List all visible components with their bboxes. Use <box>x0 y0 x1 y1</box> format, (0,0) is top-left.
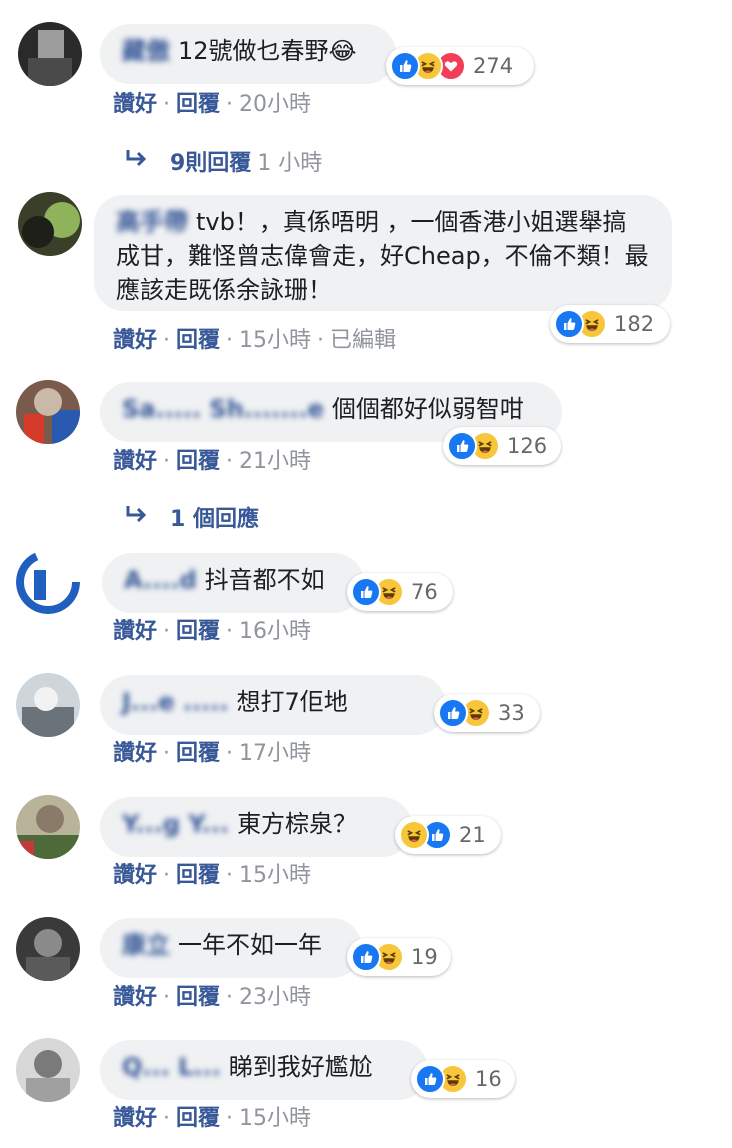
haha-reaction-icon <box>399 820 429 850</box>
reaction-summary[interactable]: 76 <box>347 573 453 611</box>
reaction-count: 76 <box>411 580 438 604</box>
like-reaction-icon <box>438 698 468 728</box>
reaction-count: 16 <box>475 1067 502 1091</box>
comment-time[interactable]: 23小時 <box>239 985 311 1010</box>
reply-link[interactable]: 回覆 <box>176 741 220 766</box>
comment-actions: 讚好 · 回覆 · 21小時 <box>113 449 312 474</box>
reply-link[interactable]: 回覆 <box>176 449 220 474</box>
replies-count-label[interactable]: 1 個回應 <box>170 507 259 532</box>
avatar[interactable] <box>16 380 80 444</box>
like-link[interactable]: 讚好 <box>113 1106 157 1131</box>
comment-bubble: 康立 一年不如一年 <box>100 918 362 978</box>
comment-text: 東方棕泉？ <box>237 810 358 838</box>
comment-bubble: Y...g Y... 東方棕泉？ <box>100 797 412 857</box>
like-link[interactable]: 讚好 <box>113 741 157 766</box>
commenter-name[interactable]: 康立 <box>122 928 170 962</box>
comment-actions: 讚好 · 回覆 · 17小時 <box>113 741 312 766</box>
comment-text: 睇到我好尷尬 <box>228 1053 373 1081</box>
comment-time[interactable]: 20小時 <box>239 92 311 117</box>
commenter-name[interactable]: J...e ..... <box>122 685 229 719</box>
like-link[interactable]: 讚好 <box>113 863 157 888</box>
commenter-name[interactable]: 高手帶 <box>116 205 188 239</box>
comment-text: tvb！，真係唔明 ，一個香港小姐選舉搞成甘，難怪曾志偉會走，好Cheap，不倫… <box>116 208 649 304</box>
comment-bubble: J...e ..... 想打7佢地 <box>100 675 446 735</box>
comment-actions: 讚好 · 回覆 · 20小時 <box>113 92 312 117</box>
comment-actions: 讚好 · 回覆 · 16小時 <box>113 619 312 644</box>
comment-actions: 讚好 · 回覆 · 15小時 <box>113 1106 312 1131</box>
reaction-count: 274 <box>473 54 514 78</box>
like-link[interactable]: 讚好 <box>113 328 157 353</box>
comment-actions: 讚好 · 回覆 · 23小時 <box>113 985 312 1010</box>
comment-text: 抖音都不如 <box>204 566 325 594</box>
commenter-name[interactable]: Sa..... Sh.......e <box>122 392 324 426</box>
reaction-count: 126 <box>507 434 548 458</box>
comment-bubble: A....d 抖音都不如 <box>102 553 364 613</box>
comment-time[interactable]: 17小時 <box>239 741 311 766</box>
reply-link[interactable]: 回覆 <box>176 985 220 1010</box>
reaction-summary[interactable]: 274 <box>386 47 534 85</box>
like-link[interactable]: 讚好 <box>113 92 157 117</box>
like-link[interactable]: 讚好 <box>113 449 157 474</box>
comment-text: 12號做乜春野😂 <box>178 37 357 65</box>
reply-link[interactable]: 回覆 <box>176 619 220 644</box>
reaction-summary[interactable]: 16 <box>411 1060 515 1098</box>
comment-time[interactable]: 21小時 <box>239 449 311 474</box>
comment-actions: 讚好 · 回覆 · 15小時 · 已編輯 <box>113 328 397 353</box>
commenter-name[interactable]: A....d <box>124 563 197 597</box>
reply-arrow-icon <box>124 148 152 179</box>
comment-bubble: Q... L... 睇到我好尷尬 <box>100 1040 428 1100</box>
reaction-summary[interactable]: 182 <box>550 305 670 343</box>
comment-actions: 讚好 · 回覆 · 15小時 <box>113 863 312 888</box>
comment-time[interactable]: 15小時 <box>239 1106 311 1131</box>
comment-text: 個個都好似弱智咁 <box>331 395 524 423</box>
like-reaction-icon <box>554 309 584 339</box>
reaction-summary[interactable]: 33 <box>434 694 540 732</box>
view-replies-link[interactable]: 9則回覆 1 小時 <box>124 148 322 179</box>
edited-label[interactable]: 已編輯 <box>330 328 396 353</box>
commenter-name[interactable]: Y...g Y... <box>122 807 229 841</box>
reaction-summary[interactable]: 19 <box>347 938 451 976</box>
like-reaction-icon <box>447 431 477 461</box>
avatar[interactable] <box>18 22 82 86</box>
like-reaction-icon <box>415 1064 445 1094</box>
view-replies-link[interactable]: 1 個回應 <box>124 504 259 535</box>
reaction-summary[interactable]: 126 <box>443 427 561 465</box>
reply-link[interactable]: 回覆 <box>176 92 220 117</box>
comment-text: 想打7佢地 <box>236 688 348 716</box>
reaction-count: 21 <box>459 823 486 847</box>
avatar[interactable] <box>16 673 80 737</box>
like-reaction-icon <box>351 577 381 607</box>
comment-time[interactable]: 15小時 <box>239 863 311 888</box>
comment-time[interactable]: 15小時 <box>239 328 311 353</box>
comment-time[interactable]: 16小時 <box>239 619 311 644</box>
comment-bubble: 藏傲 12號做乜春野😂 <box>100 24 396 84</box>
avatar[interactable] <box>16 917 80 981</box>
replies-count-label[interactable]: 9則回覆 <box>170 151 251 176</box>
reaction-count: 182 <box>614 312 655 336</box>
like-link[interactable]: 讚好 <box>113 619 157 644</box>
reply-arrow-icon <box>124 504 152 535</box>
commenter-name[interactable]: 藏傲 <box>122 34 170 68</box>
like-reaction-icon <box>351 942 381 972</box>
replies-time: 1 小時 <box>257 151 323 176</box>
avatar[interactable] <box>16 1038 80 1102</box>
like-reaction-icon <box>390 51 420 81</box>
comment-bubble: 高手帶 tvb！，真係唔明 ，一個香港小姐選舉搞成甘，難怪曾志偉會走，好Cheap… <box>94 195 672 311</box>
avatar[interactable] <box>16 550 80 614</box>
commenter-name[interactable]: Q... L... <box>122 1050 221 1084</box>
reaction-count: 19 <box>411 945 438 969</box>
reaction-summary[interactable]: 21 <box>395 816 501 854</box>
reaction-count: 33 <box>498 701 525 725</box>
avatar[interactable] <box>18 192 82 256</box>
reply-link[interactable]: 回覆 <box>176 328 220 353</box>
comment-text: 一年不如一年 <box>178 931 322 959</box>
reply-link[interactable]: 回覆 <box>176 863 220 888</box>
reply-link[interactable]: 回覆 <box>176 1106 220 1131</box>
like-link[interactable]: 讚好 <box>113 985 157 1010</box>
avatar[interactable] <box>16 795 80 859</box>
